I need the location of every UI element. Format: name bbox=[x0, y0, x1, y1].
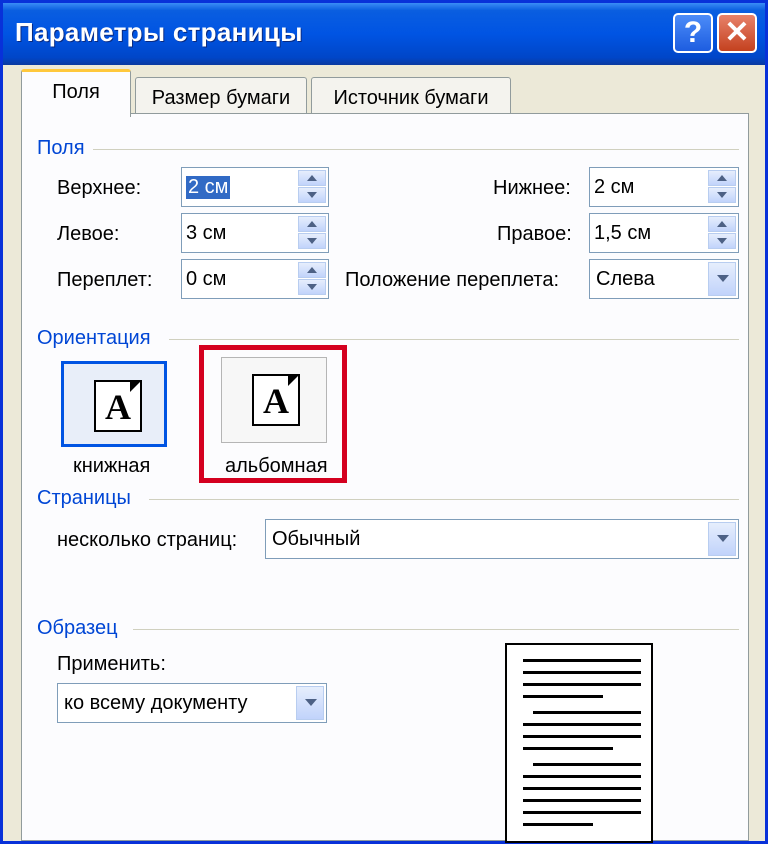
gutter-spinner[interactable]: 0 см bbox=[181, 259, 329, 299]
spin-up-icon[interactable] bbox=[298, 216, 326, 232]
page-setup-dialog: Параметры страницы ? ✕ Поля Размер бумаг… bbox=[0, 0, 768, 844]
preview-text-line bbox=[523, 723, 641, 726]
right-margin-arrows[interactable] bbox=[708, 216, 736, 250]
spin-down-icon[interactable] bbox=[708, 187, 736, 203]
right-margin-spinner[interactable]: 1,5 см bbox=[589, 213, 739, 253]
landscape-button[interactable]: A bbox=[221, 357, 327, 443]
preview-text-line bbox=[523, 811, 641, 814]
gutter-arrows[interactable] bbox=[298, 262, 326, 296]
preview-text-line bbox=[533, 711, 641, 714]
preview-text-line bbox=[523, 683, 641, 686]
left-margin-label: Левое: bbox=[57, 223, 120, 245]
preview-text-line bbox=[523, 735, 641, 738]
chevron-down-icon[interactable] bbox=[708, 262, 736, 296]
top-margin-value[interactable]: 2 см bbox=[186, 176, 231, 199]
bottom-margin-label: Нижнее: bbox=[493, 177, 571, 199]
preview-text-line bbox=[523, 787, 641, 790]
pages-divider bbox=[149, 499, 739, 500]
orientation-divider bbox=[169, 339, 739, 340]
bottom-margin-value[interactable]: 2 см bbox=[594, 176, 634, 199]
spin-up-icon[interactable] bbox=[708, 170, 736, 186]
landscape-label: альбомная bbox=[225, 455, 328, 477]
portrait-label: книжная bbox=[73, 455, 151, 477]
preview-text-line bbox=[523, 659, 641, 662]
chevron-down-icon[interactable] bbox=[296, 686, 324, 720]
spin-up-icon[interactable] bbox=[708, 216, 736, 232]
sample-group-label: Образец bbox=[37, 617, 118, 639]
left-margin-value[interactable]: 3 см bbox=[186, 222, 226, 245]
left-margin-arrows[interactable] bbox=[298, 216, 326, 250]
chevron-down-icon[interactable] bbox=[708, 522, 736, 556]
apply-to-value: ко всему документу bbox=[64, 692, 248, 714]
preview-text-line bbox=[523, 775, 641, 778]
gutter-position-select[interactable]: Слева bbox=[589, 259, 739, 299]
multiple-pages-value: Обычный bbox=[272, 528, 361, 550]
right-margin-value[interactable]: 1,5 см bbox=[594, 222, 651, 245]
spin-up-icon[interactable] bbox=[298, 170, 326, 186]
spin-down-icon[interactable] bbox=[708, 233, 736, 249]
top-margin-spinner[interactable]: 2 см bbox=[181, 167, 329, 207]
spin-up-icon[interactable] bbox=[298, 262, 326, 278]
preview-text-line bbox=[533, 763, 641, 766]
preview-text-line bbox=[523, 747, 613, 750]
orientation-group-label: Ориентация bbox=[37, 327, 151, 349]
bottom-margin-spinner[interactable]: 2 см bbox=[589, 167, 739, 207]
gutter-value[interactable]: 0 см bbox=[186, 268, 226, 291]
gutter-position-value: Слева bbox=[596, 268, 655, 290]
top-margin-arrows[interactable] bbox=[298, 170, 326, 204]
apply-to-select[interactable]: ко всему документу bbox=[57, 683, 327, 723]
preview-text-line bbox=[523, 671, 641, 674]
close-button[interactable]: ✕ bbox=[717, 13, 757, 53]
preview-text-line bbox=[523, 695, 603, 698]
bottom-margin-arrows[interactable] bbox=[708, 170, 736, 204]
left-margin-spinner[interactable]: 3 см bbox=[181, 213, 329, 253]
spin-down-icon[interactable] bbox=[298, 279, 326, 295]
multiple-pages-label: несколько страниц: bbox=[57, 529, 238, 551]
tab-margins[interactable]: Поля bbox=[21, 69, 131, 117]
title-bar[interactable]: Параметры страницы ? ✕ bbox=[3, 3, 765, 65]
pages-group-label: Страницы bbox=[37, 487, 131, 509]
top-margin-label: Верхнее: bbox=[57, 177, 142, 199]
apply-to-label: Применить: bbox=[57, 653, 166, 675]
multiple-pages-select[interactable]: Обычный bbox=[265, 519, 739, 559]
portrait-page-icon: A bbox=[94, 380, 142, 432]
gutter-position-label: Положение переплета: bbox=[345, 269, 560, 291]
spin-down-icon[interactable] bbox=[298, 233, 326, 249]
preview-text-line bbox=[523, 799, 641, 802]
portrait-button[interactable]: A bbox=[61, 361, 167, 447]
help-button[interactable]: ? bbox=[673, 13, 713, 53]
window-title: Параметры страницы bbox=[15, 17, 303, 47]
preview-text-line bbox=[523, 823, 593, 826]
landscape-page-icon: A bbox=[252, 374, 300, 426]
gutter-label: Переплет: bbox=[57, 269, 153, 291]
margins-group-label: Поля bbox=[37, 137, 85, 159]
right-margin-label: Правое: bbox=[497, 223, 572, 245]
sample-divider bbox=[133, 629, 739, 630]
spin-down-icon[interactable] bbox=[298, 187, 326, 203]
margins-divider bbox=[93, 149, 739, 150]
sample-preview-page bbox=[505, 643, 653, 843]
